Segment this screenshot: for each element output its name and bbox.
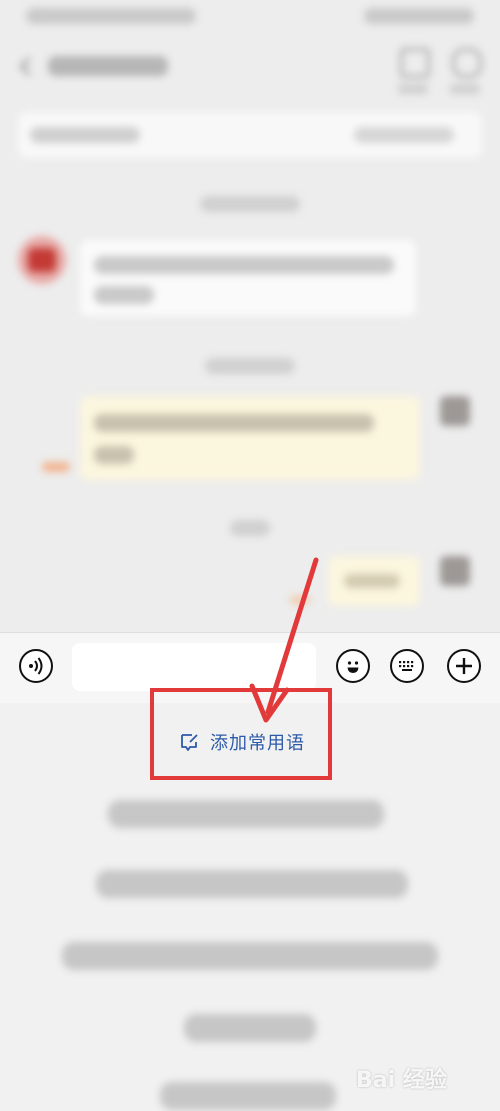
avatar xyxy=(18,236,66,284)
chat-header xyxy=(0,40,500,100)
emoji-icon xyxy=(347,661,359,673)
phrase-item[interactable] xyxy=(184,1014,316,1042)
voice-button[interactable] xyxy=(19,649,53,683)
phrase-item[interactable] xyxy=(96,870,408,898)
status-indicator xyxy=(290,596,310,604)
input-bar xyxy=(0,632,500,703)
keyboard-button[interactable] xyxy=(390,649,424,683)
add-common-phrase-button[interactable]: 添加常用语 xyxy=(178,728,305,756)
message-bubble xyxy=(328,556,420,606)
chat-title xyxy=(48,56,168,76)
shop-icon[interactable] xyxy=(452,48,482,78)
order-notice[interactable] xyxy=(18,112,482,158)
phrase-item[interactable] xyxy=(160,1082,336,1110)
timestamp xyxy=(230,520,270,536)
back-icon[interactable] xyxy=(19,57,38,76)
message-bubble xyxy=(80,396,420,480)
voice-icon xyxy=(29,657,43,675)
keyboard-icon xyxy=(399,661,414,671)
watermark: Bai 经验 xyxy=(356,1058,447,1098)
avatar xyxy=(440,556,470,586)
plus-icon xyxy=(456,658,472,674)
timestamp xyxy=(205,358,295,374)
watermark-text: Bai 经验 xyxy=(356,1068,447,1093)
quick-reply-panel xyxy=(0,703,500,1111)
avatar xyxy=(440,396,470,426)
edit-icon xyxy=(181,734,198,751)
message-bubble xyxy=(80,240,416,316)
phrase-item[interactable] xyxy=(108,800,384,828)
status-indicator xyxy=(42,462,70,472)
message-input[interactable] xyxy=(72,643,316,691)
emoji-button[interactable] xyxy=(336,649,370,683)
add-common-phrase-label: 添加常用语 xyxy=(210,733,305,754)
timestamp xyxy=(200,196,300,212)
status-bar xyxy=(26,8,474,30)
phrase-item[interactable] xyxy=(62,942,438,970)
plus-button[interactable] xyxy=(447,649,481,683)
phone-icon[interactable] xyxy=(400,48,430,78)
